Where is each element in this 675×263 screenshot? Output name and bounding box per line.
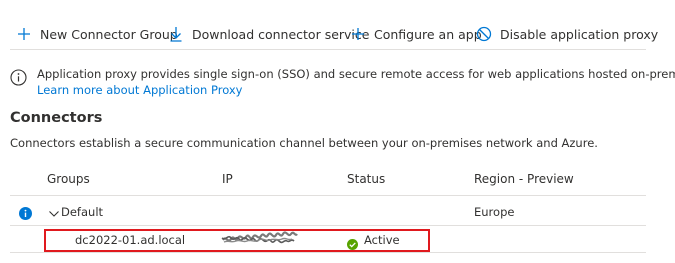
section-description: Connectors establish a secure communicat…	[10, 136, 598, 150]
column-header-groups[interactable]: Groups	[47, 172, 90, 186]
row-divider	[10, 252, 646, 253]
column-header-ip[interactable]: IP	[222, 172, 233, 186]
highlight-annotation-box	[44, 229, 430, 252]
column-header-region[interactable]: Region - Preview	[474, 172, 574, 186]
download-icon	[168, 26, 184, 42]
learn-more-link[interactable]: Learn more about Application Proxy	[37, 82, 243, 98]
disable-application-proxy-label: Disable application proxy	[500, 26, 659, 42]
row-divider	[10, 225, 646, 226]
info-icon	[10, 69, 27, 86]
info-message: Application proxy provides single sign-o…	[37, 67, 675, 81]
column-header-status[interactable]: Status	[347, 172, 385, 186]
section-title: Connectors	[10, 110, 103, 126]
plus-icon	[16, 26, 32, 42]
new-connector-group-label: New Connector Group	[40, 26, 178, 42]
table-row-group[interactable]	[10, 197, 646, 225]
info-filled-icon	[19, 205, 32, 220]
toolbar-divider	[10, 49, 646, 50]
configure-app-button[interactable]: Configure an app	[350, 22, 482, 46]
group-region: Europe	[474, 205, 515, 219]
group-name: Default	[61, 205, 104, 219]
configure-app-label: Configure an app	[374, 26, 482, 42]
chevron-down-icon[interactable]	[48, 205, 60, 217]
command-bar: New Connector Group Download connector s…	[0, 0, 675, 50]
download-connector-service-button[interactable]: Download connector service	[168, 22, 369, 46]
plus-icon	[350, 26, 366, 42]
block-icon	[476, 26, 492, 42]
disable-application-proxy-button[interactable]: Disable application proxy	[476, 22, 658, 46]
header-divider	[10, 195, 646, 196]
new-connector-group-button[interactable]: New Connector Group	[16, 22, 178, 46]
download-connector-service-label: Download connector service	[192, 26, 370, 42]
